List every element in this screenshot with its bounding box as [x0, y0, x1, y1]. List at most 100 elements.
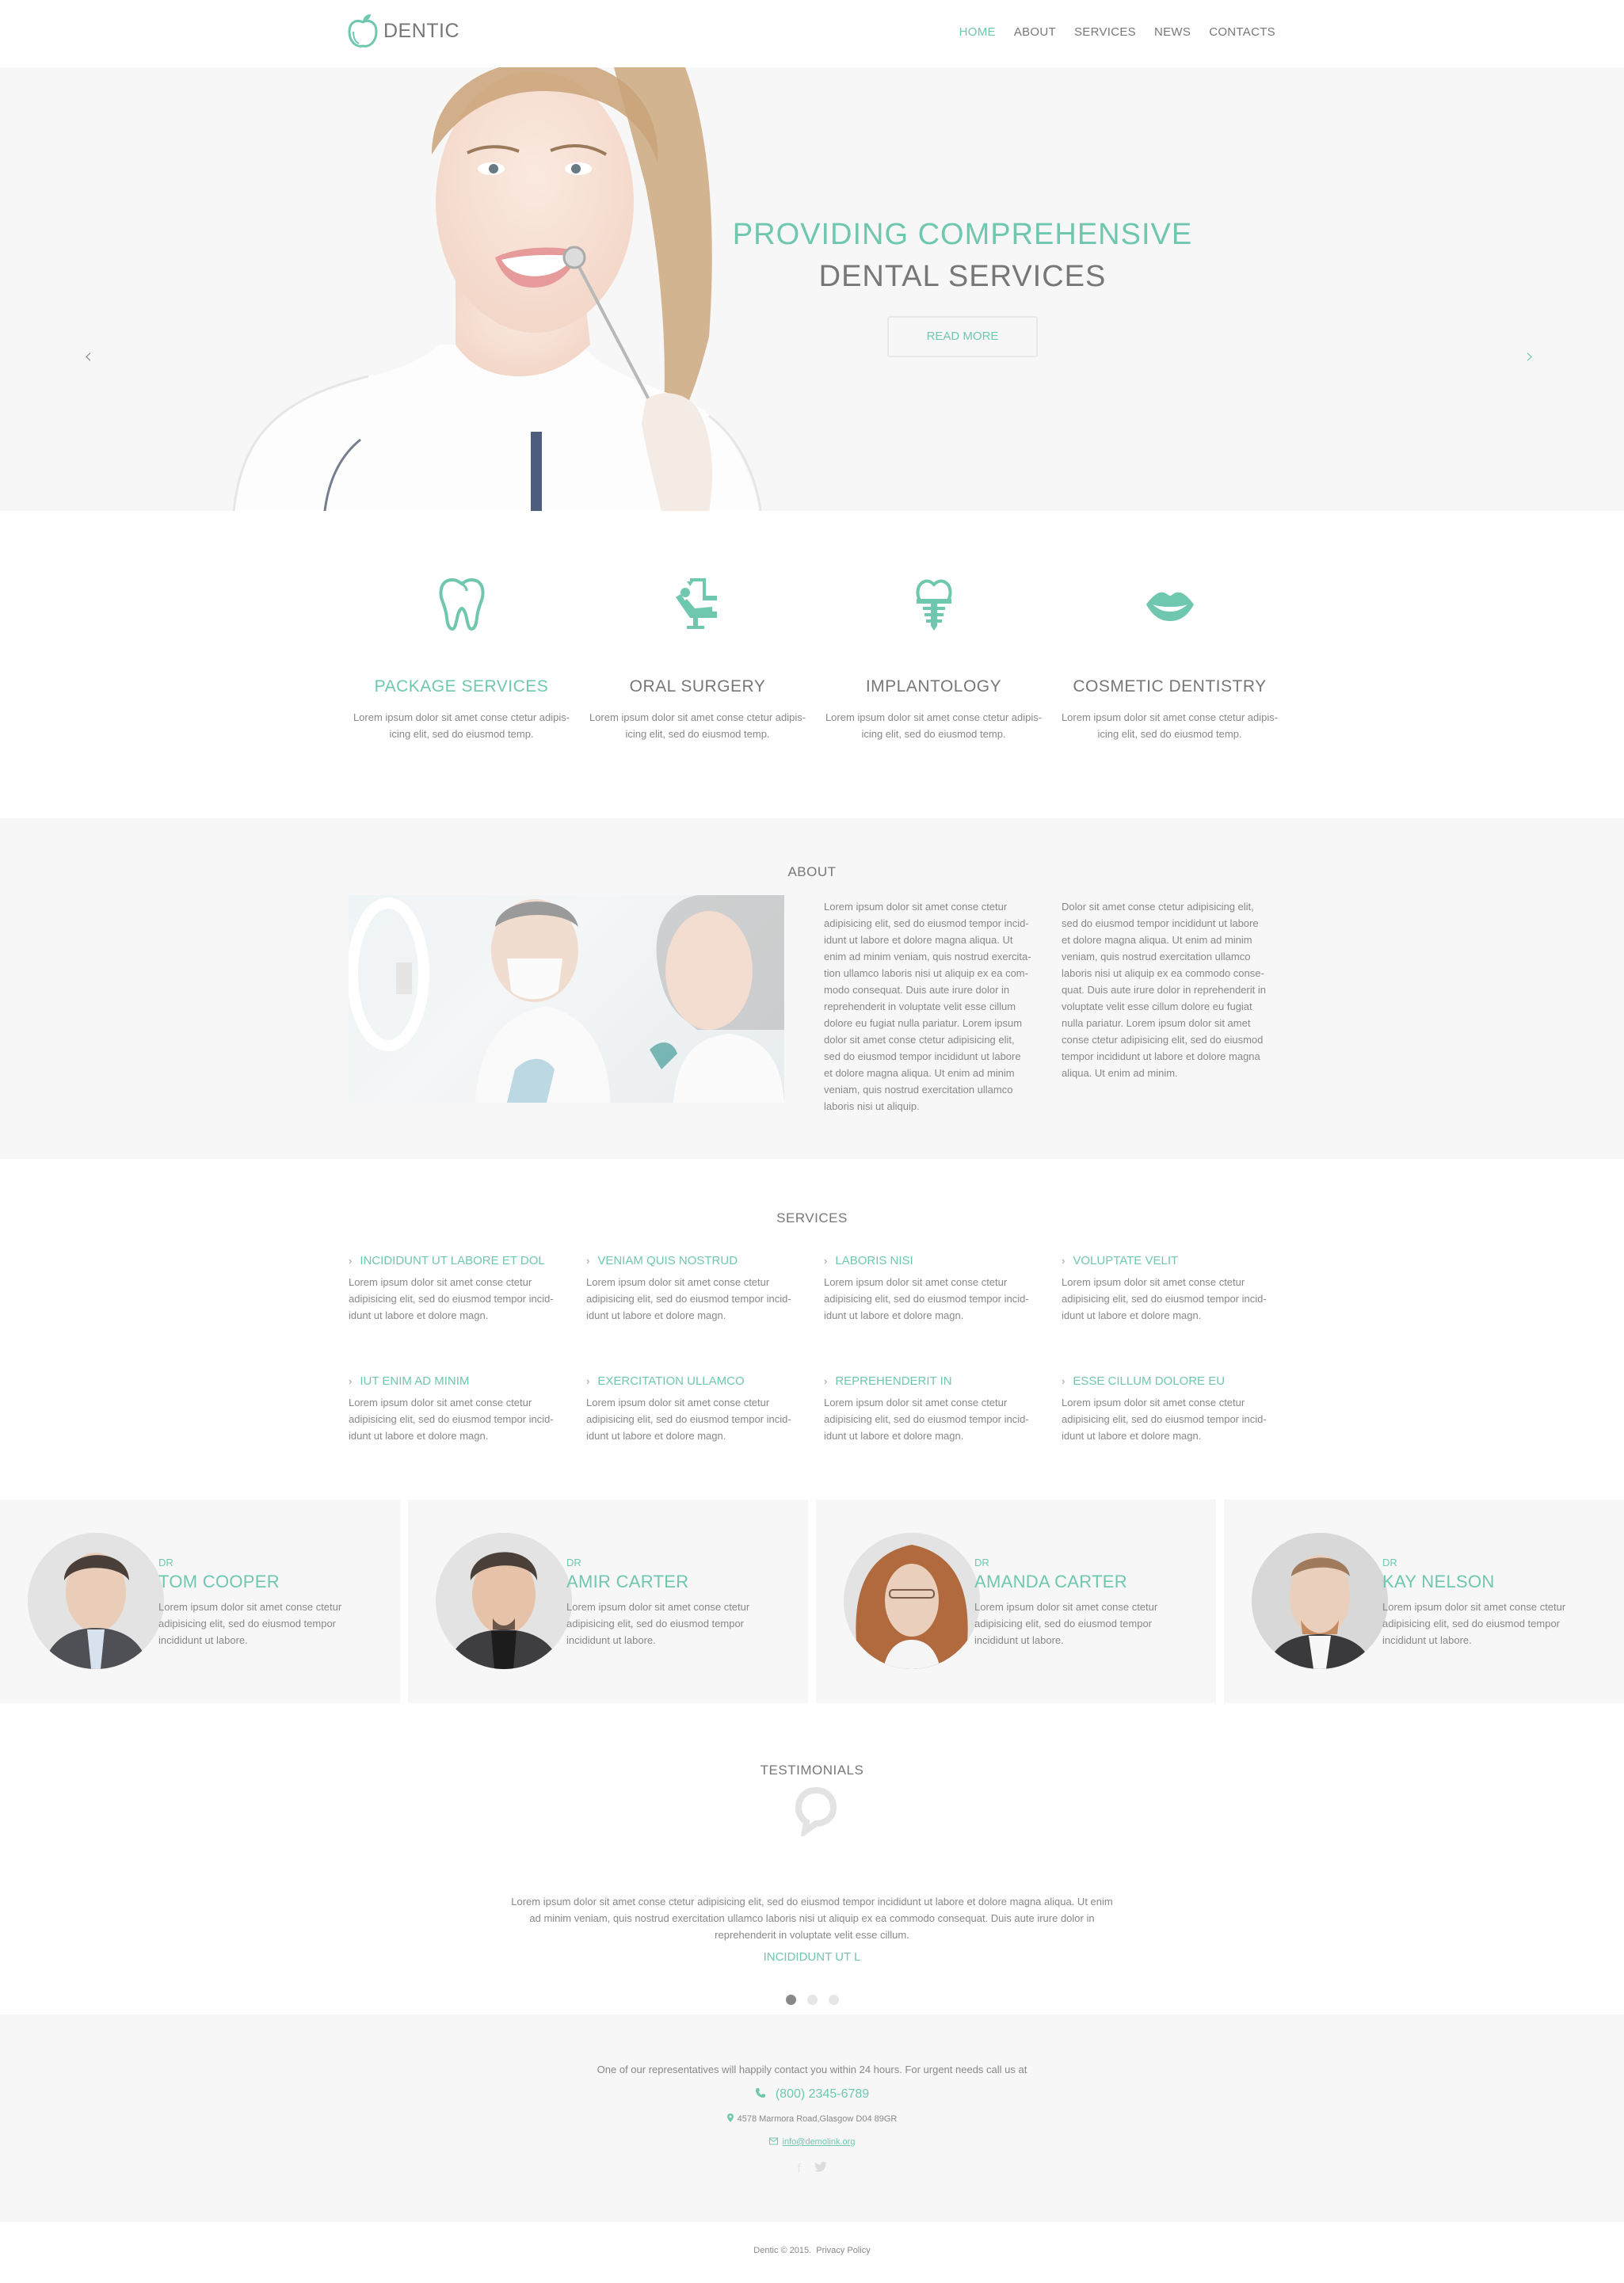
phone-number: (800) 2345-6789 [775, 2087, 870, 2101]
doctor-card[interactable]: DR TOM COOPER Lorem ipsum dolor sit amet… [0, 1500, 400, 1703]
hero-headline-line1: PROVIDING COMPREHENSIVE [732, 218, 1193, 251]
hero-caption: PROVIDING COMPREHENSIVE DENTAL SERVICES … [697, 218, 1228, 357]
chevron-right-icon: › [586, 1375, 590, 1387]
feature-text: Lorem ipsum dolor sit amet conse ctetur … [589, 711, 806, 740]
testimonials-title: TESTIMONIALS [760, 1763, 864, 1778]
doctor-name[interactable]: AMANDA CARTER [974, 1572, 1172, 1592]
service-text: Lorem ipsum dolor sit amet conse ctetur … [349, 1276, 554, 1321]
contact-address: 4578 Marmora Road,Glasgow D04 89GR [0, 2113, 1624, 2124]
facebook-icon[interactable]: f [797, 2161, 802, 2176]
social-links: f [0, 2161, 1624, 2176]
about-text-column-1: Lorem ipsum dolor sit amet conse ctetur … [824, 901, 1031, 1112]
service-link[interactable]: › EXERCITATION ULLAMCO [586, 1374, 800, 1388]
services-title: SERVICES [776, 1210, 848, 1225]
chevron-right-icon: › [1062, 1375, 1066, 1387]
contact-phone[interactable]: (800) 2345-6789 [0, 2087, 1624, 2102]
doctor-desc: Lorem ipsum dolor sit amet conse ctetur … [158, 1601, 342, 1646]
speech-bubble-icon [795, 1786, 837, 1836]
chevron-right-icon: › [1062, 1255, 1066, 1267]
nav-news[interactable]: NEWS [1154, 25, 1191, 39]
service-item: › INCIDIDUNT UT LABORE ET DOL Lorem ipsum… [349, 1254, 562, 1324]
testimonial-author: INCIDIDUNT UT L [763, 1950, 861, 1964]
service-link[interactable]: › VOLUPTATE VELIT [1062, 1254, 1275, 1267]
service-title: EXERCITATION ULLAMCO [597, 1374, 745, 1388]
testimonial-quote: Lorem ipsum dolor sit amet conse ctetur … [511, 1896, 1113, 1941]
slider-prev-button[interactable]: ‹ [84, 345, 92, 368]
service-item: › IUT ENIM AD MINIM Lorem ipsum dolor sit… [349, 1374, 562, 1444]
doctor-avatar [844, 1533, 980, 1669]
feature-text: Lorem ipsum dolor sit amet conse ctetur … [353, 711, 570, 740]
doctor-prefix: DR [158, 1557, 173, 1568]
feature-cosmetic-dentistry[interactable]: COSMETIC DENTISTRY Lorem ipsum dolor sit… [1057, 511, 1283, 742]
feature-text: Lorem ipsum dolor sit amet conse ctetur … [1061, 711, 1279, 740]
doctor-name[interactable]: TOM COOPER [158, 1572, 356, 1592]
doctor-card[interactable]: DR KAY NELSON Lorem ipsum dolor sit amet… [1224, 1500, 1624, 1703]
service-item: › LABORIS NISI Lorem ipsum dolor sit amet… [824, 1254, 1038, 1324]
hero-headline-line2: DENTAL SERVICES [818, 260, 1107, 293]
slider-next-button[interactable]: › [1526, 345, 1534, 368]
services-section: SERVICES › INCIDIDUNT UT LABORE ET DOL Lo… [0, 1159, 1624, 1500]
service-link[interactable]: › IUT ENIM AD MINIM [349, 1374, 562, 1388]
service-link[interactable]: › VENIAM QUIS NOSTRUD [586, 1254, 800, 1267]
about-section: ABOUT Lorem ipsum dolor sit amet conse c… [0, 818, 1624, 1159]
email-link[interactable]: info@demolink.org [783, 2137, 856, 2147]
dentist-with-patient-image [349, 895, 784, 1103]
doctor-name[interactable]: AMIR CARTER [566, 1572, 764, 1592]
doctor-info: DR AMANDA CARTER Lorem ipsum dolor sit a… [974, 1557, 1172, 1648]
doctor-name[interactable]: KAY NELSON [1382, 1572, 1580, 1592]
service-link[interactable]: › LABORIS NISI [824, 1254, 1038, 1267]
service-text: Lorem ipsum dolor sit amet conse ctetur … [824, 1397, 1029, 1442]
nav-services[interactable]: SERVICES [1074, 25, 1136, 39]
doctor-avatar [436, 1533, 572, 1669]
doctor-card[interactable]: DR AMANDA CARTER Lorem ipsum dolor sit a… [816, 1500, 1216, 1703]
feature-package-services[interactable]: PACKAGE SERVICES Lorem ipsum dolor sit a… [349, 511, 574, 742]
feature-oral-surgery[interactable]: ORAL SURGERY Lorem ipsum dolor sit amet … [585, 511, 810, 742]
service-link[interactable]: › INCIDIDUNT UT LABORE ET DOL [349, 1254, 562, 1267]
contact-email: info@demolink.org [0, 2137, 1624, 2147]
testimonials-section: TESTIMONIALS Lorem ipsum dolor sit amet … [0, 1703, 1624, 2014]
nav-about[interactable]: ABOUT [1014, 25, 1056, 39]
doctor-info: DR AMIR CARTER Lorem ipsum dolor sit ame… [566, 1557, 764, 1648]
chevron-right-icon: › [1526, 345, 1534, 368]
nav-contacts[interactable]: CONTACTS [1209, 25, 1275, 39]
dental-chair-icon [675, 578, 717, 629]
read-more-button[interactable]: READ MORE [887, 316, 1038, 357]
service-title: REPREHENDERIT IN [835, 1374, 952, 1388]
chevron-right-icon: › [824, 1255, 828, 1267]
logo-text: DENTIC [383, 19, 460, 42]
feature-implantology[interactable]: IMPLANTOLOGY Lorem ipsum dolor sit amet … [821, 511, 1046, 742]
doctor-avatar [28, 1533, 164, 1669]
feature-title: ORAL SURGERY [629, 677, 766, 696]
nav-home[interactable]: HOME [959, 25, 996, 39]
feature-title: COSMETIC DENTISTRY [1073, 677, 1267, 696]
pagination-dot-2[interactable] [806, 1995, 818, 2005]
service-text: Lorem ipsum dolor sit amet conse ctetur … [824, 1276, 1029, 1321]
copyright-text: Dentic © 2015. [753, 2246, 812, 2255]
service-link[interactable]: › REPREHENDERIT IN [824, 1374, 1038, 1388]
service-text: Lorem ipsum dolor sit amet conse ctetur … [349, 1397, 554, 1442]
doctor-card[interactable]: DR AMIR CARTER Lorem ipsum dolor sit ame… [408, 1500, 808, 1703]
service-title: IUT ENIM AD MINIM [360, 1374, 470, 1388]
service-link[interactable]: › ESSE CILLUM DOLORE EU [1062, 1374, 1275, 1388]
feature-title: IMPLANTOLOGY [865, 677, 1002, 696]
pagination-dot-1[interactable] [785, 1995, 796, 2005]
service-title: VENIAM QUIS NOSTRUD [597, 1254, 738, 1267]
chevron-left-icon: ‹ [84, 345, 93, 368]
hero-slider: ‹ › PROVIDING COMPREHENSIVE DENTAL SERVI… [0, 67, 1624, 511]
apple-logo-icon [348, 14, 378, 48]
doctor-prefix: DR [974, 1557, 989, 1568]
privacy-policy-link[interactable]: Privacy Policy [816, 2246, 870, 2255]
chevron-right-icon: › [349, 1255, 353, 1267]
envelope-icon [768, 2137, 778, 2145]
site-header: DENTIC HOME ABOUT SERVICES NEWS CONTACTS [0, 0, 1624, 67]
service-text: Lorem ipsum dolor sit amet conse ctetur … [1062, 1397, 1267, 1442]
twitter-icon[interactable] [814, 2161, 827, 2176]
contact-intro: One of our representatives will happily … [597, 2064, 1027, 2075]
about-text-column-2: Dolor sit amet conse ctetur adipisicing … [1062, 901, 1266, 1079]
pagination-dot-3[interactable] [828, 1995, 839, 2005]
contact-section: One of our representatives will happily … [0, 2014, 1624, 2222]
service-title: ESSE CILLUM DOLORE EU [1073, 1374, 1226, 1388]
service-title: LABORIS NISI [835, 1254, 913, 1267]
logo[interactable]: DENTIC [347, 13, 459, 49]
address-text: 4578 Marmora Road,Glasgow D04 89GR [737, 2114, 898, 2124]
